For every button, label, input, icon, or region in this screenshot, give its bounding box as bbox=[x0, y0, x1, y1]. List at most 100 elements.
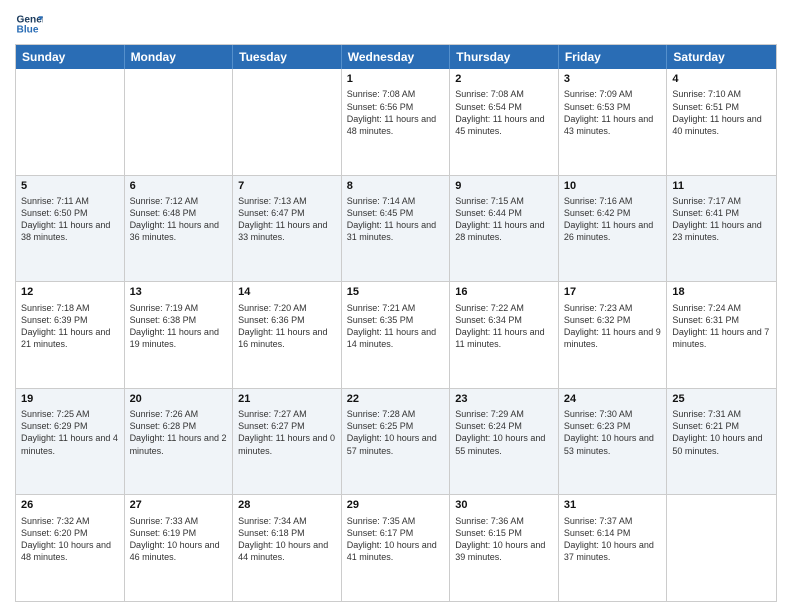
calendar-cell-2-2: 14 Sunrise: 7:20 AM Sunset: 6:36 PM Dayli… bbox=[233, 282, 342, 388]
day-info: Sunrise: 7:16 AM Sunset: 6:42 PM Dayligh… bbox=[564, 195, 662, 244]
day-info: Sunrise: 7:22 AM Sunset: 6:34 PM Dayligh… bbox=[455, 302, 553, 351]
day-info: Sunrise: 7:30 AM Sunset: 6:23 PM Dayligh… bbox=[564, 408, 662, 457]
day-info: Sunrise: 7:18 AM Sunset: 6:39 PM Dayligh… bbox=[21, 302, 119, 351]
day-info: Sunrise: 7:20 AM Sunset: 6:36 PM Dayligh… bbox=[238, 302, 336, 351]
calendar-cell-4-2: 28 Sunrise: 7:34 AM Sunset: 6:18 PM Dayli… bbox=[233, 495, 342, 601]
day-info: Sunrise: 7:31 AM Sunset: 6:21 PM Dayligh… bbox=[672, 408, 771, 457]
day-info: Sunrise: 7:19 AM Sunset: 6:38 PM Dayligh… bbox=[130, 302, 228, 351]
calendar-cell-2-4: 16 Sunrise: 7:22 AM Sunset: 6:34 PM Dayli… bbox=[450, 282, 559, 388]
calendar-cell-3-0: 19Sunrise: 7:25 AM Sunset: 6:29 PM Dayli… bbox=[16, 389, 125, 495]
calendar-cell-1-6: 11Sunrise: 7:17 AM Sunset: 6:41 PM Dayli… bbox=[667, 176, 776, 282]
day-info: Sunrise: 7:24 AM Sunset: 6:31 PM Dayligh… bbox=[672, 302, 771, 351]
day-number: 20 bbox=[130, 392, 228, 407]
calendar-cell-3-5: 24Sunrise: 7:30 AM Sunset: 6:23 PM Dayli… bbox=[559, 389, 668, 495]
calendar-cell-0-6: 4Sunrise: 7:10 AM Sunset: 6:51 PM Daylig… bbox=[667, 69, 776, 175]
calendar-cell-2-5: 17 Sunrise: 7:23 AM Sunset: 6:32 PM Dayli… bbox=[559, 282, 668, 388]
calendar-row-4: 26 Sunrise: 7:32 AM Sunset: 6:20 PM Dayli… bbox=[16, 494, 776, 601]
day-info: Sunrise: 7:29 AM Sunset: 6:24 PM Dayligh… bbox=[455, 408, 553, 457]
calendar-cell-2-6: 18Sunrise: 7:24 AM Sunset: 6:31 PM Dayli… bbox=[667, 282, 776, 388]
day-info: Sunrise: 7:10 AM Sunset: 6:51 PM Dayligh… bbox=[672, 88, 771, 137]
day-info: Sunrise: 7:25 AM Sunset: 6:29 PM Dayligh… bbox=[21, 408, 119, 457]
header-day-wednesday: Wednesday bbox=[342, 45, 451, 69]
day-info: Sunrise: 7:36 AM Sunset: 6:15 PM Dayligh… bbox=[455, 515, 553, 564]
day-number: 12 bbox=[21, 285, 119, 300]
calendar-cell-4-3: 29 Sunrise: 7:35 AM Sunset: 6:17 PM Dayli… bbox=[342, 495, 451, 601]
header-day-friday: Friday bbox=[559, 45, 668, 69]
day-info: Sunrise: 7:23 AM Sunset: 6:32 PM Dayligh… bbox=[564, 302, 662, 351]
day-info: Sunrise: 7:09 AM Sunset: 6:53 PM Dayligh… bbox=[564, 88, 662, 137]
logo-icon: General Blue bbox=[15, 10, 43, 38]
day-info: Sunrise: 7:28 AM Sunset: 6:25 PM Dayligh… bbox=[347, 408, 445, 457]
day-number: 6 bbox=[130, 179, 228, 194]
header-day-sunday: Sunday bbox=[16, 45, 125, 69]
calendar-cell-0-5: 3Sunrise: 7:09 AM Sunset: 6:53 PM Daylig… bbox=[559, 69, 668, 175]
calendar-cell-1-5: 10Sunrise: 7:16 AM Sunset: 6:42 PM Dayli… bbox=[559, 176, 668, 282]
day-number: 30 bbox=[455, 498, 553, 513]
calendar-cell-1-2: 7Sunrise: 7:13 AM Sunset: 6:47 PM Daylig… bbox=[233, 176, 342, 282]
header-day-monday: Monday bbox=[125, 45, 234, 69]
day-number: 5 bbox=[21, 179, 119, 194]
calendar-cell-1-4: 9Sunrise: 7:15 AM Sunset: 6:44 PM Daylig… bbox=[450, 176, 559, 282]
day-number: 7 bbox=[238, 179, 336, 194]
logo: General Blue bbox=[15, 10, 43, 38]
day-number: 21 bbox=[238, 392, 336, 407]
day-number: 23 bbox=[455, 392, 553, 407]
calendar-cell-3-4: 23Sunrise: 7:29 AM Sunset: 6:24 PM Dayli… bbox=[450, 389, 559, 495]
calendar-header: SundayMondayTuesdayWednesdayThursdayFrid… bbox=[16, 45, 776, 69]
day-info: Sunrise: 7:13 AM Sunset: 6:47 PM Dayligh… bbox=[238, 195, 336, 244]
calendar-row-1: 5Sunrise: 7:11 AM Sunset: 6:50 PM Daylig… bbox=[16, 175, 776, 282]
calendar-cell-0-3: 1Sunrise: 7:08 AM Sunset: 6:56 PM Daylig… bbox=[342, 69, 451, 175]
calendar-cell-1-0: 5Sunrise: 7:11 AM Sunset: 6:50 PM Daylig… bbox=[16, 176, 125, 282]
day-number: 19 bbox=[21, 392, 119, 407]
day-info: Sunrise: 7:12 AM Sunset: 6:48 PM Dayligh… bbox=[130, 195, 228, 244]
day-number: 10 bbox=[564, 179, 662, 194]
calendar-cell-4-6 bbox=[667, 495, 776, 601]
calendar-cell-4-0: 26 Sunrise: 7:32 AM Sunset: 6:20 PM Dayli… bbox=[16, 495, 125, 601]
calendar-row-2: 12 Sunrise: 7:18 AM Sunset: 6:39 PM Dayli… bbox=[16, 281, 776, 388]
day-number: 15 bbox=[347, 285, 445, 300]
calendar-cell-3-3: 22Sunrise: 7:28 AM Sunset: 6:25 PM Dayli… bbox=[342, 389, 451, 495]
calendar-row-0: 1Sunrise: 7:08 AM Sunset: 6:56 PM Daylig… bbox=[16, 69, 776, 175]
day-info: Sunrise: 7:33 AM Sunset: 6:19 PM Dayligh… bbox=[130, 515, 228, 564]
day-number: 13 bbox=[130, 285, 228, 300]
calendar-cell-2-1: 13 Sunrise: 7:19 AM Sunset: 6:38 PM Dayli… bbox=[125, 282, 234, 388]
day-info: Sunrise: 7:32 AM Sunset: 6:20 PM Dayligh… bbox=[21, 515, 119, 564]
day-number: 25 bbox=[672, 392, 771, 407]
day-number: 1 bbox=[347, 72, 445, 87]
calendar-body: 1Sunrise: 7:08 AM Sunset: 6:56 PM Daylig… bbox=[16, 69, 776, 601]
day-number: 3 bbox=[564, 72, 662, 87]
day-number: 11 bbox=[672, 179, 771, 194]
day-info: Sunrise: 7:27 AM Sunset: 6:27 PM Dayligh… bbox=[238, 408, 336, 457]
day-number: 31 bbox=[564, 498, 662, 513]
calendar-cell-4-4: 30 Sunrise: 7:36 AM Sunset: 6:15 PM Dayli… bbox=[450, 495, 559, 601]
day-info: Sunrise: 7:14 AM Sunset: 6:45 PM Dayligh… bbox=[347, 195, 445, 244]
header-day-thursday: Thursday bbox=[450, 45, 559, 69]
calendar-cell-3-6: 25Sunrise: 7:31 AM Sunset: 6:21 PM Dayli… bbox=[667, 389, 776, 495]
header-day-saturday: Saturday bbox=[667, 45, 776, 69]
day-info: Sunrise: 7:17 AM Sunset: 6:41 PM Dayligh… bbox=[672, 195, 771, 244]
calendar-cell-2-3: 15Sunrise: 7:21 AM Sunset: 6:35 PM Dayli… bbox=[342, 282, 451, 388]
day-number: 28 bbox=[238, 498, 336, 513]
day-number: 29 bbox=[347, 498, 445, 513]
day-number: 2 bbox=[455, 72, 553, 87]
day-number: 27 bbox=[130, 498, 228, 513]
day-info: Sunrise: 7:34 AM Sunset: 6:18 PM Dayligh… bbox=[238, 515, 336, 564]
day-info: Sunrise: 7:08 AM Sunset: 6:54 PM Dayligh… bbox=[455, 88, 553, 137]
header: General Blue bbox=[15, 10, 777, 38]
calendar-cell-4-1: 27 Sunrise: 7:33 AM Sunset: 6:19 PM Dayli… bbox=[125, 495, 234, 601]
day-number: 14 bbox=[238, 285, 336, 300]
calendar-cell-4-5: 31Sunrise: 7:37 AM Sunset: 6:14 PM Dayli… bbox=[559, 495, 668, 601]
calendar-cell-0-2 bbox=[233, 69, 342, 175]
day-number: 26 bbox=[21, 498, 119, 513]
day-info: Sunrise: 7:15 AM Sunset: 6:44 PM Dayligh… bbox=[455, 195, 553, 244]
calendar-cell-2-0: 12 Sunrise: 7:18 AM Sunset: 6:39 PM Dayli… bbox=[16, 282, 125, 388]
day-info: Sunrise: 7:08 AM Sunset: 6:56 PM Dayligh… bbox=[347, 88, 445, 137]
day-number: 16 bbox=[455, 285, 553, 300]
day-number: 8 bbox=[347, 179, 445, 194]
day-number: 17 bbox=[564, 285, 662, 300]
calendar-cell-1-3: 8Sunrise: 7:14 AM Sunset: 6:45 PM Daylig… bbox=[342, 176, 451, 282]
calendar-cell-1-1: 6Sunrise: 7:12 AM Sunset: 6:48 PM Daylig… bbox=[125, 176, 234, 282]
day-number: 9 bbox=[455, 179, 553, 194]
page: General Blue SundayMondayTuesdayWednesda… bbox=[0, 0, 792, 612]
day-info: Sunrise: 7:35 AM Sunset: 6:17 PM Dayligh… bbox=[347, 515, 445, 564]
